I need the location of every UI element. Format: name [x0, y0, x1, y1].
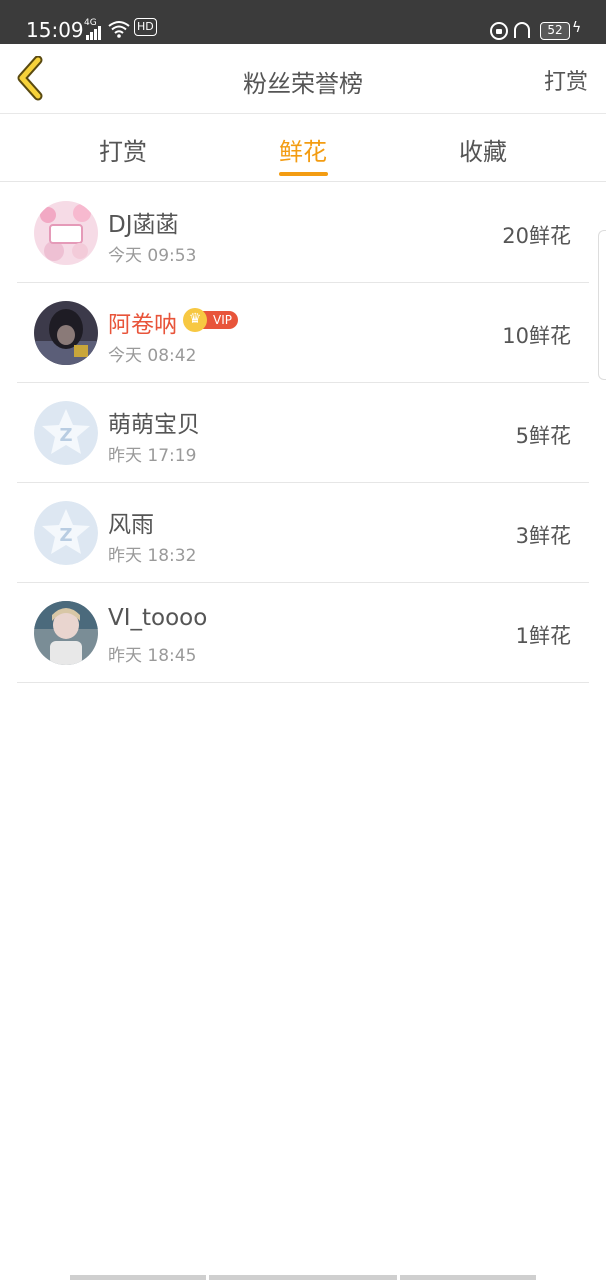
- crown-icon: ♛: [183, 308, 207, 332]
- flower-count: 10鲜花: [502, 324, 571, 348]
- fan-time: 今天 09:53: [108, 246, 197, 266]
- fan-name: 萌萌宝贝: [108, 412, 200, 438]
- nav-hint-left: [70, 1275, 206, 1280]
- app-header: 粉丝荣誉榜 打赏: [0, 44, 606, 114]
- fan-name: 风雨: [108, 512, 154, 538]
- fan-time: 昨天 18:45: [108, 646, 197, 666]
- avatar: [34, 601, 98, 665]
- fan-name: 阿卷呐: [108, 312, 177, 338]
- list-item[interactable]: 阿卷呐 VIP ♛ 今天 08:42 10鲜花: [17, 283, 589, 383]
- avatar: [34, 201, 98, 265]
- flower-count: 1鲜花: [515, 624, 571, 648]
- fan-time: 昨天 18:32: [108, 546, 197, 566]
- charging-icon: ϟ: [572, 20, 582, 36]
- rotation-lock-icon: [490, 22, 508, 40]
- status-bar: 15:09 4G HD 52 ϟ: [0, 0, 606, 44]
- page-title: 粉丝荣誉榜: [243, 70, 363, 98]
- signal-icon: [86, 26, 104, 40]
- fan-list: DJ菡菡 今天 09:53 20鲜花 阿卷呐 VIP ♛ 今天 08:42 10…: [17, 183, 589, 683]
- vip-label: VIP: [203, 311, 238, 329]
- list-item[interactable]: Z 萌萌宝贝 昨天 17:19 5鲜花: [17, 383, 589, 483]
- wifi-icon: [108, 21, 130, 38]
- flower-count: 3鲜花: [515, 524, 571, 548]
- fan-name: VI_toooo: [108, 605, 208, 631]
- list-item[interactable]: Z 风雨 昨天 18:32 3鲜花: [17, 483, 589, 583]
- flower-count: 5鲜花: [515, 424, 571, 448]
- list-item[interactable]: DJ菡菡 今天 09:53 20鲜花: [17, 183, 589, 283]
- list-item[interactable]: VI_toooo 昨天 18:45 1鲜花: [17, 583, 589, 683]
- reward-button[interactable]: 打赏: [544, 64, 588, 96]
- fan-name: DJ菡菡: [108, 212, 179, 238]
- tab-favorites[interactable]: 收藏: [423, 132, 543, 167]
- tab-reward[interactable]: 打赏: [63, 132, 183, 167]
- headphones-icon: [514, 22, 530, 38]
- fan-time: 今天 08:42: [108, 346, 197, 366]
- fan-time: 昨天 17:19: [108, 446, 197, 466]
- default-avatar-icon: Z: [34, 401, 98, 465]
- svg-text:Z: Z: [59, 425, 72, 446]
- avatar: [34, 301, 98, 365]
- active-tab-indicator: [279, 172, 328, 176]
- default-avatar-icon: Z: [34, 501, 98, 565]
- battery-icon: 52: [540, 22, 570, 40]
- flower-count: 20鲜花: [502, 224, 571, 248]
- status-time: 15:09: [26, 18, 84, 42]
- svg-text:Z: Z: [59, 525, 72, 546]
- nav-hint-right: [400, 1275, 536, 1280]
- side-handle[interactable]: [598, 230, 606, 380]
- tab-flowers[interactable]: 鲜花: [243, 132, 363, 167]
- hd-icon: HD: [134, 18, 157, 36]
- nav-hint-center: [209, 1275, 397, 1280]
